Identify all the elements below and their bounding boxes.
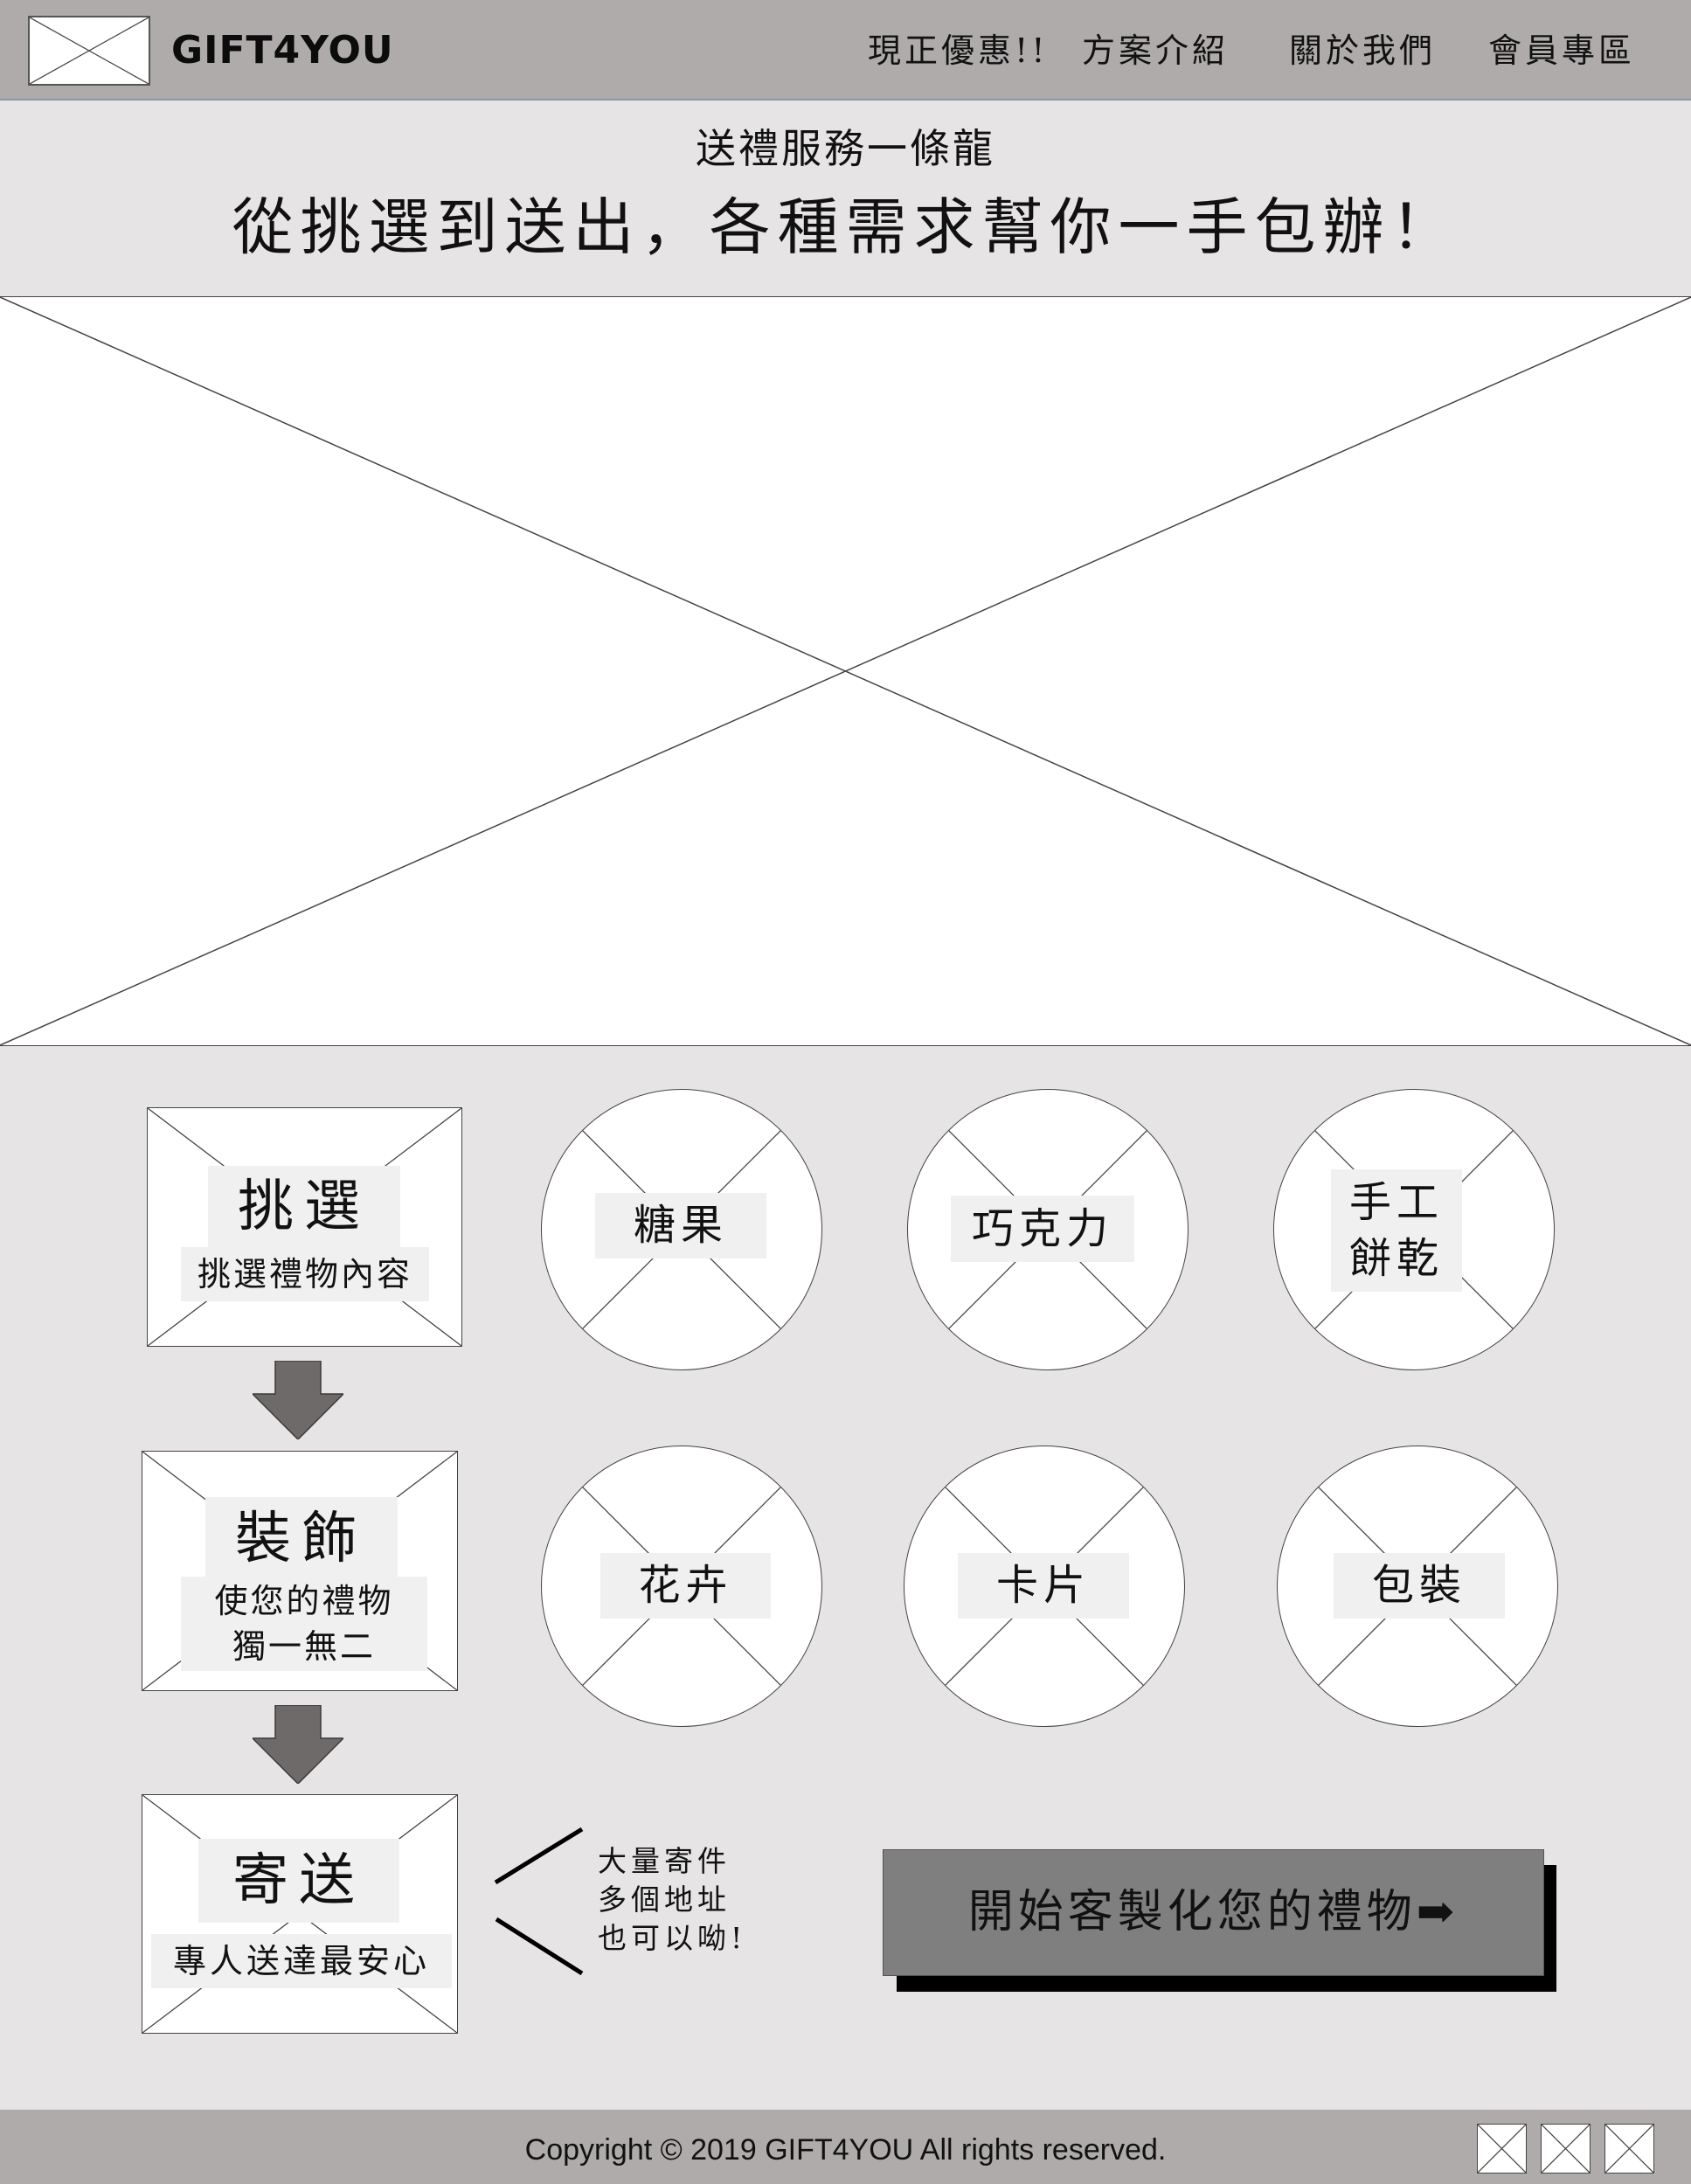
nav-link-plans[interactable]: 方案介紹	[1082, 24, 1229, 77]
category-label: 花卉	[600, 1553, 771, 1619]
category-wrapping[interactable]: 包裝	[1277, 1446, 1558, 1727]
step-decorate-desc-line: 使您的禮物	[214, 1582, 394, 1620]
note-line: 也可以呦!	[598, 1921, 747, 1955]
category-label: 卡片	[958, 1553, 1129, 1619]
step-decorate-title: 裝飾	[205, 1497, 398, 1581]
category-label: 手工 餅乾	[1331, 1169, 1462, 1292]
note-line: 大量寄件	[598, 1844, 731, 1878]
arrow-down-icon	[253, 1361, 343, 1439]
social-icon[interactable]	[1477, 2124, 1527, 2174]
hero-title: 從挑選到送出，各種需求幫你一手包辦！	[232, 191, 1459, 263]
step-deliver-card[interactable]: 寄送 專人送達最安心	[142, 1794, 458, 2034]
social-icon[interactable]	[1541, 2124, 1591, 2174]
step-decorate-desc-line: 獨一無二	[232, 1627, 376, 1666]
nav-link-about-us[interactable]: 關於我們	[1289, 24, 1436, 77]
step-decorate-card[interactable]: 裝飾 使您的禮物 獨一無二	[142, 1451, 458, 1691]
bulk-delivery-note: 大量寄件 多個地址 也可以呦!	[598, 1842, 746, 1958]
note-line: 多個地址	[598, 1882, 731, 1917]
category-cards[interactable]: 卡片	[904, 1446, 1185, 1727]
hero-subtitle: 送禮服務一條龍	[696, 125, 995, 172]
step-decorate-desc: 使您的禮物 獨一無二	[181, 1577, 427, 1671]
arrow-down-icon	[253, 1705, 343, 1784]
category-label-line: 手工	[1348, 1178, 1444, 1227]
category-label-line: 餅乾	[1348, 1234, 1444, 1283]
category-flowers[interactable]: 花卉	[541, 1446, 822, 1727]
logo-placeholder-icon[interactable]	[28, 16, 150, 86]
category-label: 糖果	[595, 1193, 766, 1258]
bracket-icon	[494, 1827, 584, 1976]
copyright-text: Copyright © 2019 GIFT4YOU All rights res…	[524, 2133, 1167, 2167]
step-select-card[interactable]: 挑選 挑選禮物內容	[147, 1107, 462, 1347]
start-customize-button[interactable]: 開始客製化您的禮物➡	[883, 1849, 1544, 1976]
category-label: 包裝	[1334, 1553, 1505, 1619]
step-deliver-title: 寄送	[198, 1839, 399, 1923]
brand-name[interactable]: GIFT4YOU	[171, 24, 394, 77]
category-handmade-cookies[interactable]: 手工 餅乾	[1273, 1089, 1555, 1370]
category-candy[interactable]: 糖果	[541, 1089, 822, 1370]
nav-link-promotions[interactable]: 現正優惠!!	[868, 24, 1049, 77]
social-icon[interactable]	[1604, 2124, 1654, 2174]
step-select-desc: 挑選禮物內容	[181, 1247, 429, 1301]
category-label: 巧克力	[951, 1196, 1134, 1262]
category-chocolate[interactable]: 巧克力	[907, 1089, 1189, 1370]
step-select-title: 挑選	[208, 1166, 400, 1249]
step-deliver-desc: 專人送達最安心	[151, 1934, 452, 1988]
banner-image-placeholder	[0, 296, 1691, 1046]
nav-link-member-area[interactable]: 會員專區	[1488, 24, 1635, 77]
